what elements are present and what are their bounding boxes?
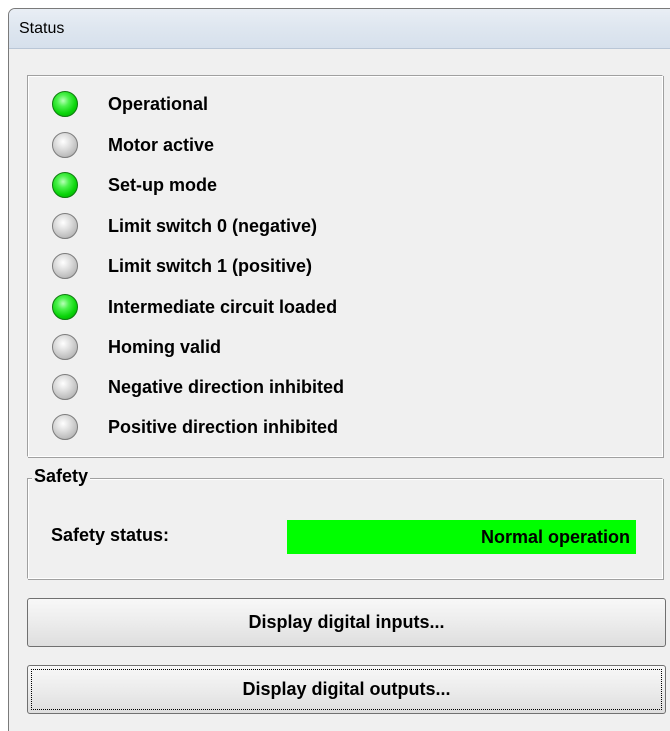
led-indicator-icon [52, 172, 78, 198]
led-indicator-icon [52, 374, 78, 400]
status-item-label: Negative direction inhibited [108, 376, 345, 397]
status-item-label: Limit switch 0 (negative) [108, 215, 318, 236]
status-item-label: Intermediate circuit loaded [108, 296, 338, 317]
display-digital-outputs-button[interactable]: Display digital outputs... [27, 665, 666, 714]
led-indicator-icon [52, 294, 78, 320]
display-digital-inputs-button[interactable]: Display digital inputs... [27, 598, 666, 647]
led-indicator-icon [52, 91, 78, 117]
safety-status-label: Safety status: [51, 525, 170, 545]
led-indicator-icon [52, 253, 78, 279]
led-indicator-icon [52, 213, 78, 239]
status-item-label: Positive direction inhibited [108, 416, 339, 437]
safety-group-title: Safety [32, 466, 91, 487]
led-indicator-icon [52, 334, 78, 360]
safety-status-value: Normal operation [287, 520, 636, 554]
led-indicator-icon [52, 414, 78, 440]
status-item-label: Operational [108, 93, 209, 114]
focus-rectangle [31, 669, 662, 710]
status-item-label: Homing valid [108, 336, 222, 357]
led-indicator-icon [52, 132, 78, 158]
status-item-label: Motor active [108, 134, 215, 155]
status-item-label: Limit switch 1 (positive) [108, 255, 313, 276]
status-group: Operational Motor active Set-up mode Lim… [27, 75, 663, 457]
display-digital-inputs-label: Display digital inputs... [248, 612, 445, 632]
status-item-label: Set-up mode [108, 174, 218, 195]
title-bar[interactable]: Status [9, 9, 670, 49]
window-title: Status [19, 19, 65, 37]
safety-group: Safety Safety status: Normal operation [27, 466, 663, 579]
